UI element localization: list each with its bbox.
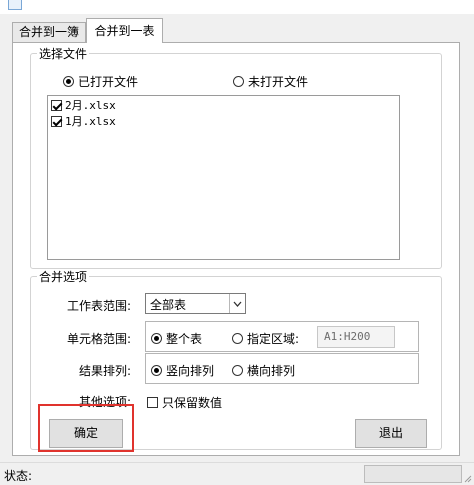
radio-vertical-order[interactable]: 竖向排列 xyxy=(151,362,214,379)
file-name-feb: 2月.xlsx xyxy=(65,99,116,112)
keep-values-checkbox[interactable]: 只保留数值 xyxy=(147,394,222,411)
radio-unopened-files[interactable]: 未打开文件 xyxy=(233,73,308,90)
radio-whole-sheet[interactable]: 整个表 xyxy=(151,330,202,347)
list-item[interactable]: 1月.xlsx xyxy=(51,114,116,128)
radio-specified-range-dot xyxy=(232,333,243,344)
highlight-box xyxy=(38,404,134,452)
radio-whole-sheet-dot xyxy=(151,333,162,344)
keep-values-label: 只保留数值 xyxy=(162,396,223,410)
status-bar: 状态: xyxy=(0,462,474,485)
radio-horizontal-order-label: 横向排列 xyxy=(247,364,296,378)
tab-merge-to-workbook[interactable]: 合并到一簿 xyxy=(12,22,86,42)
file-listbox[interactable]: 2月.xlsx 1月.xlsx xyxy=(47,95,400,260)
checkbox-file-feb[interactable] xyxy=(51,99,62,111)
radio-specified-range-label: 指定区域: xyxy=(247,332,300,346)
sheet-range-label: 工作表范围: xyxy=(67,299,132,313)
tab-merge-to-sheet[interactable]: 合并到一表 xyxy=(86,18,163,43)
radio-opened-files-label: 已打开文件 xyxy=(78,75,139,89)
radio-unopened-files-dot xyxy=(233,76,244,87)
radio-horizontal-order-dot xyxy=(232,365,243,376)
sheet-range-select[interactable]: 全部表 xyxy=(145,293,246,314)
sheet-range-value: 全部表 xyxy=(150,298,187,312)
radio-opened-files[interactable]: 已打开文件 xyxy=(63,73,138,90)
cell-range-label: 单元格范围: xyxy=(67,332,132,346)
result-order-label: 结果排列: xyxy=(79,364,132,378)
cell-range-input-value: A1:H200 xyxy=(324,330,371,343)
status-label: 状态: xyxy=(4,469,33,483)
resize-grip-icon[interactable] xyxy=(464,475,472,483)
chevron-down-icon[interactable] xyxy=(229,294,245,313)
radio-vertical-order-label: 竖向排列 xyxy=(166,364,215,378)
radio-opened-files-dot xyxy=(63,76,74,87)
radio-vertical-order-dot xyxy=(151,365,162,376)
exit-button[interactable]: 退出 xyxy=(355,419,427,448)
app-icon xyxy=(8,0,22,10)
keep-values-box xyxy=(147,397,158,408)
file-name-jan: 1月.xlsx xyxy=(65,115,116,128)
window-titlebar xyxy=(0,0,474,14)
radio-unopened-files-label: 未打开文件 xyxy=(248,75,309,89)
radio-whole-sheet-label: 整个表 xyxy=(166,332,203,346)
cell-range-input[interactable]: A1:H200 xyxy=(317,326,395,348)
radio-specified-range[interactable]: 指定区域: xyxy=(232,330,299,347)
radio-horizontal-order[interactable]: 横向排列 xyxy=(232,362,295,379)
select-files-legend: 选择文件 xyxy=(39,47,88,61)
status-progress-bar xyxy=(364,465,462,483)
checkbox-file-jan[interactable] xyxy=(51,115,62,127)
tab-panel: 选择文件 已打开文件 未打开文件 2月.xlsx 1月.xlsx 合并选项 工作… xyxy=(12,42,460,456)
merge-options-legend: 合并选项 xyxy=(39,270,88,284)
list-item[interactable]: 2月.xlsx xyxy=(51,98,116,112)
